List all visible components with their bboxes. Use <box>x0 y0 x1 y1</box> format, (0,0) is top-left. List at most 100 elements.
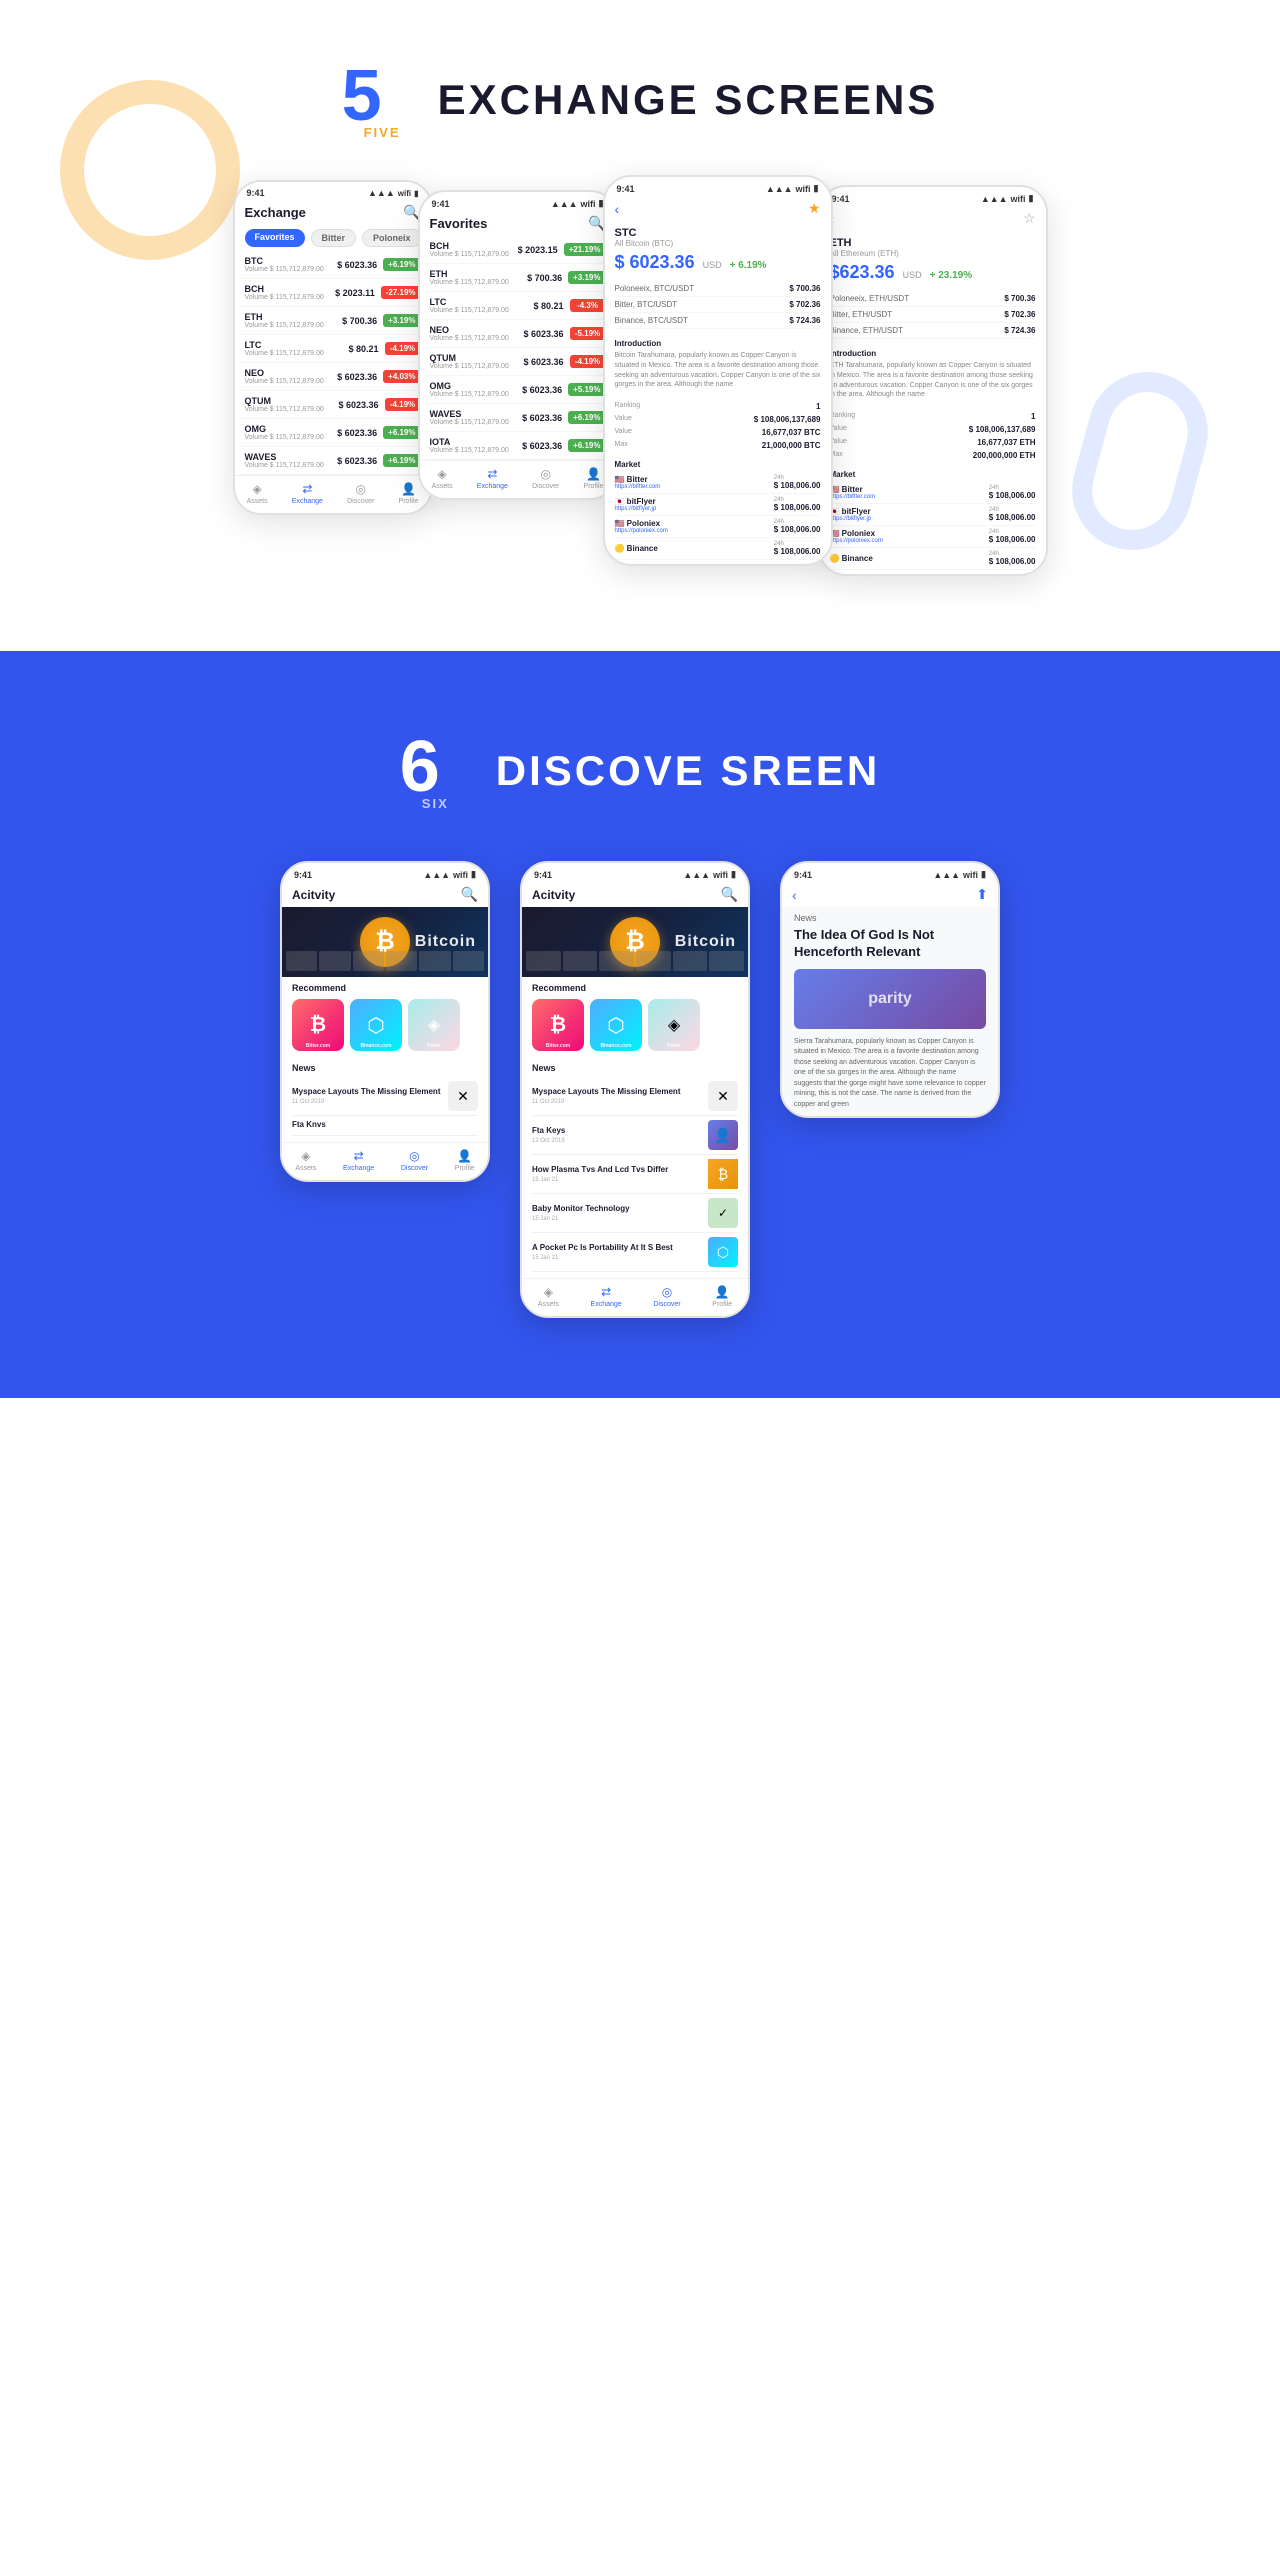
nav-profile-2[interactable]: 👤Profile <box>584 467 604 490</box>
btc-detail-phone: 9:41 ▲▲▲ wifi ▮ ‹ ★ STC All Bitcoin (BTC… <box>603 175 833 566</box>
keyboard-bg-1 <box>282 947 488 977</box>
coin-row-bch[interactable]: BCH Volume $ 115,712,879.00 $ 2023.11 -2… <box>241 279 425 307</box>
assets-icon: ◈ <box>252 482 261 496</box>
news-a2-5[interactable]: A Pocket Pc Is Portability At It S Best … <box>532 1233 738 1272</box>
nav-profile-1[interactable]: 👤 Profile <box>399 482 419 505</box>
btc-market-binance[interactable]: 🟡 Binance 24h $ 108,006.00 <box>615 538 821 560</box>
fav-coin-qtum[interactable]: QTUM Volume $ 115,712,879.00 $ 6023.36 -… <box>426 348 610 376</box>
parity-text: parity <box>868 990 912 1008</box>
eth-coin-info: ETH All Ethereum (ETH) $623.36 USD + 23.… <box>820 231 1046 287</box>
eth-market-binance[interactable]: 🟡 Binance 24h $ 108,006.00 <box>830 548 1036 570</box>
eth-name: All Ethereum (ETH) <box>830 249 1036 258</box>
btc-market-poloniex[interactable]: 🇺🇸 Poloniex https://poloniex.com 24h $ 1… <box>615 516 821 538</box>
coin-row-eth[interactable]: ETH Volume $ 115,712,879.00 $ 700.36 +3.… <box>241 307 425 335</box>
article-title: The Idea Of God Is Not Henceforth Releva… <box>794 927 986 961</box>
tab-favorites[interactable]: Favorites <box>245 229 305 247</box>
fav-coin-bch[interactable]: BCH Volume $ 115,712,879.00 $ 2023.15 +2… <box>426 236 610 264</box>
activity-search-icon-2[interactable]: 🔍 <box>721 886 738 903</box>
news-thumb-a2-5: ⬡ <box>708 1237 738 1267</box>
rec-card-polox-2[interactable]: ◈ Polox <box>648 999 700 1051</box>
eth-change: + 23.19% <box>930 270 973 281</box>
eth-market-bitflyer[interactable]: 🇯🇵 bitFlyer https://bitflyer.jp 24h $ 10… <box>830 504 1036 526</box>
coin-row-omg[interactable]: OMG Volume $ 115,712,879.00 $ 6023.36 +6… <box>241 419 425 447</box>
recommend-cards-1: ₿ Bitter.com ⬡ Binance.com ◈ Polox <box>292 999 478 1051</box>
tab-bitter[interactable]: Bitter <box>311 229 357 247</box>
btc-symbol-card: ₿ <box>310 1014 326 1037</box>
news-a2-1[interactable]: Myspace Layouts The Missing Element 11 O… <box>532 1077 738 1116</box>
nav-discover-a1[interactable]: ◎Discover <box>401 1149 428 1172</box>
back-arrow-art[interactable]: ‹ <box>792 887 797 903</box>
nav-discover-a2[interactable]: ◎Discover <box>653 1285 680 1308</box>
coin-row-btc[interactable]: BTC Volume $ 115,712,879.00 $ 6023.36 +6… <box>241 251 425 279</box>
tab-poloneix[interactable]: Poloneix <box>362 229 422 247</box>
btc-detail-phone-wrap: 9:41 ▲▲▲ wifi ▮ ‹ ★ STC All Bitcoin (BTC… <box>603 175 833 566</box>
nav-profile-a2[interactable]: 👤Profile <box>712 1285 732 1308</box>
news-a2-4[interactable]: Baby Monitor Technology 15 Jan 21 ✓ <box>532 1194 738 1233</box>
coin-row-ltc[interactable]: LTC Volume $ 115,712,879.00 $ 80.21 -4.1… <box>241 335 425 363</box>
activity-phone2: 9:41 ▲▲▲ wifi ▮ Acitvity 🔍 ₿ B <box>520 861 750 1318</box>
nav-exchange-a2[interactable]: ⇄Exchange <box>591 1285 622 1308</box>
rec-card-polox[interactable]: ◈ Polox <box>408 999 460 1051</box>
article-image: parity <box>794 969 986 1029</box>
fav-coin-waves[interactable]: WAVES Volume $ 115,712,879.00 $ 6023.36 … <box>426 404 610 432</box>
news-a2-3[interactable]: How Plasma Tvs And Lcd Tvs Differ 15 Jan… <box>532 1155 738 1194</box>
section2-word: SIX <box>422 796 449 811</box>
eth-detail-phone-wrap: 9:41 ▲▲▲ wifi ▮ ‹ ☆ ETH All Ethereum (ET… <box>818 185 1048 576</box>
exchange-header: Exchange 🔍 <box>235 200 431 225</box>
activity-search-icon-1[interactable]: 🔍 <box>461 886 478 903</box>
exchange-title: Exchange <box>245 205 306 220</box>
btc-exchange-list: Poloneeix, BTC/USDT $ 700.36 Bitter, BTC… <box>605 277 831 333</box>
nav-assets-a1[interactable]: ◈Assets <box>295 1149 316 1172</box>
btc-market-bitter[interactable]: 🇺🇸 Bitter https://biftter.com 24h $ 108,… <box>615 472 821 494</box>
coin-row-qtum[interactable]: QTUM Volume $ 115,712,879.00 $ 6023.36 -… <box>241 391 425 419</box>
eth-market-bitter[interactable]: 🇺🇸 Bitter https://biftter.com 24h $ 108,… <box>830 482 1036 504</box>
hex-icon-2: ⬡ <box>607 1013 624 1038</box>
rec-card-btc[interactable]: ₿ Bitter.com <box>292 999 344 1051</box>
nav-exchange-a1[interactable]: ⇄Exchange <box>343 1149 374 1172</box>
nav-assets-1[interactable]: ◈ Assets <box>247 482 268 505</box>
nav-exchange-2[interactable]: ⇄Exchange <box>477 467 508 490</box>
btc-change: + 6.19% <box>730 260 767 271</box>
discover-icon: ◎ <box>356 482 366 496</box>
fav-coin-omg[interactable]: OMG Volume $ 115,712,879.00 $ 6023.36 +5… <box>426 376 610 404</box>
article-content: News The Idea Of God Is Not Henceforth R… <box>782 907 998 1116</box>
eth-circulating: Value 16,677,037 ETH <box>830 436 1036 449</box>
fav-coin-iota[interactable]: IOTA Volume $ 115,712,879.00 $ 6023.36 +… <box>426 432 610 460</box>
nav-assets-a2[interactable]: ◈Assets <box>538 1285 559 1308</box>
news-item-1[interactable]: Myspace Layouts The Missing Element 11 O… <box>292 1077 478 1116</box>
btc-price: $ 6023.36 <box>615 252 695 273</box>
btc-circulating: Value 16,677,037 BTC <box>615 426 821 439</box>
eth-stats: Ranking 1 Value $ 108,006,137,689 Value … <box>820 406 1046 466</box>
btc-stats: Ranking 1 Value $ 108,006,137,689 Value … <box>605 396 831 456</box>
fav-coin-ltc[interactable]: LTC Volume $ 115,712,879.00 $ 80.21 -4.3… <box>426 292 610 320</box>
nav-assets-2[interactable]: ◈Assets <box>432 467 453 490</box>
btc-coin-info: STC All Bitcoin (BTC) $ 6023.36 USD + 6.… <box>605 221 831 277</box>
news-item-2[interactable]: Fta Knvs <box>292 1116 478 1135</box>
btc-market-bitflyer[interactable]: 🇯🇵 bitFlyer https://bitflyer.jp 24h $ 10… <box>615 494 821 516</box>
nav-discover-1[interactable]: ◎ Discover <box>347 482 374 505</box>
polox-icon-2: ◈ <box>668 1015 680 1035</box>
share-icon[interactable]: ⬆ <box>976 886 988 903</box>
fav-coin-neo[interactable]: NEO Volume $ 115,712,879.00 $ 6023.36 -5… <box>426 320 610 348</box>
nav-discover-2[interactable]: ◎Discover <box>532 467 559 490</box>
back-arrow-btc[interactable]: ‹ <box>615 201 620 217</box>
rec-card-btc-2[interactable]: ₿ Bitter.com <box>532 999 584 1051</box>
star-icon-btc[interactable]: ★ <box>808 200 821 217</box>
coin-row-neo[interactable]: NEO Volume $ 115,712,879.00 $ 6023.36 +4… <box>241 363 425 391</box>
nav-exchange-1[interactable]: ⇄ Exchange <box>292 482 323 505</box>
eth-market-poloniex[interactable]: 🇺🇸 Poloniex https://poloniex.com 24h $ 1… <box>830 526 1036 548</box>
nav-profile-a1[interactable]: 👤Profile <box>455 1149 475 1172</box>
btc-intro-text: Bitcoin Tarahumara, popularly known as C… <box>615 351 821 390</box>
star-outline-icon[interactable]: ☆ <box>1023 210 1036 227</box>
rec-card-binance[interactable]: ⬡ Binance.com <box>350 999 402 1051</box>
favorites-phone: 9:41 ▲▲▲ wifi ▮ Favorites 🔍 BCH V <box>418 190 618 500</box>
news-a2-2[interactable]: Fta Keys 12 Oct 2019 👤 <box>532 1116 738 1155</box>
rec-card-binance-2[interactable]: ⬡ Binance.com <box>590 999 642 1051</box>
eth-max: Max 200,000,000 ETH <box>830 449 1036 462</box>
status-bar-1: 9:41 ▲▲▲ wifi ▮ <box>235 182 431 200</box>
section1-header: 5 FIVE EXCHANGE SCREENS <box>0 0 1280 180</box>
coin-row-waves[interactable]: WAVES Volume $ 115,712,879.00 $ 6023.36 … <box>241 447 425 475</box>
bitcoin-text-2: Bitcoin <box>675 933 736 951</box>
fav-coin-eth[interactable]: ETH Volume $ 115,712,879.00 $ 700.36 +3.… <box>426 264 610 292</box>
bottom-nav-2: ◈Assets ⇄Exchange ◎Discover 👤Profile <box>420 460 616 498</box>
